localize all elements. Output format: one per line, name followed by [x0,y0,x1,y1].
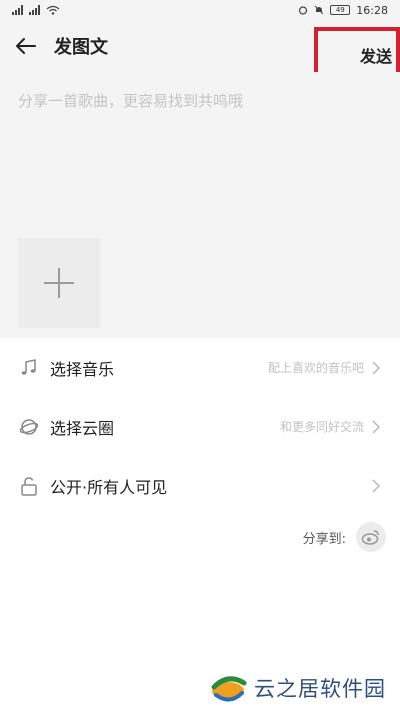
visibility-label: 公开·所有人可见 [50,477,168,497]
status-icons-left [12,5,60,15]
chevron-right-icon [372,360,382,376]
post-text-placeholder[interactable]: 分享一首歌曲，更容易找到共鸣哦 [18,90,243,111]
status-bar: 49 16:28 [0,0,400,20]
share-to-row: 分享到: [303,522,386,552]
share-to-label: 分享到: [302,531,346,547]
visibility-row[interactable]: 公开·所有人可见 [0,456,400,515]
cloud-circle-icon [18,416,40,438]
back-button[interactable] [12,32,40,60]
signal-icon [12,5,23,15]
select-circle-row[interactable]: 选择云圈 和更多同好交流 [0,397,400,456]
mute-icon [314,5,324,15]
unlock-icon [18,475,40,497]
watermark: 云之居软件园 [200,662,400,713]
post-options: 选择音乐 配上喜欢的音乐吧 选择云圈 和更多同好交流 公开·所有人可见 [0,338,400,515]
chevron-right-icon [372,419,382,435]
select-music-row[interactable]: 选择音乐 配上喜欢的音乐吧 [0,338,400,397]
select-circle-label: 选择云圈 [50,418,115,438]
send-button[interactable]: 发送 [360,43,392,67]
post-editor[interactable]: 分享一首歌曲，更容易找到共鸣哦 [0,72,400,338]
signal-icon-2 [29,5,40,15]
select-circle-hint: 和更多同好交流 [279,420,364,434]
battery-icon: 49 [330,5,351,15]
wifi-icon [46,5,60,15]
select-music-hint: 配上喜欢的音乐吧 [267,361,364,375]
arrow-left-icon [16,38,36,54]
chevron-right-icon [372,478,382,494]
watermark-text: 云之居软件园 [254,676,386,701]
add-image-button[interactable] [18,238,100,328]
header-bar: 发图文 发送 [0,20,400,83]
weibo-share-button[interactable] [356,522,386,552]
site-logo-icon [211,675,247,701]
status-icons-right: 49 16:28 [298,4,388,17]
weibo-icon [361,530,379,545]
plus-icon [44,268,74,298]
status-time: 16:28 [356,3,388,17]
music-note-icon [18,357,40,379]
page-title: 发图文 [54,37,108,58]
select-music-label: 选择音乐 [50,359,115,379]
alarm-icon [299,6,308,15]
